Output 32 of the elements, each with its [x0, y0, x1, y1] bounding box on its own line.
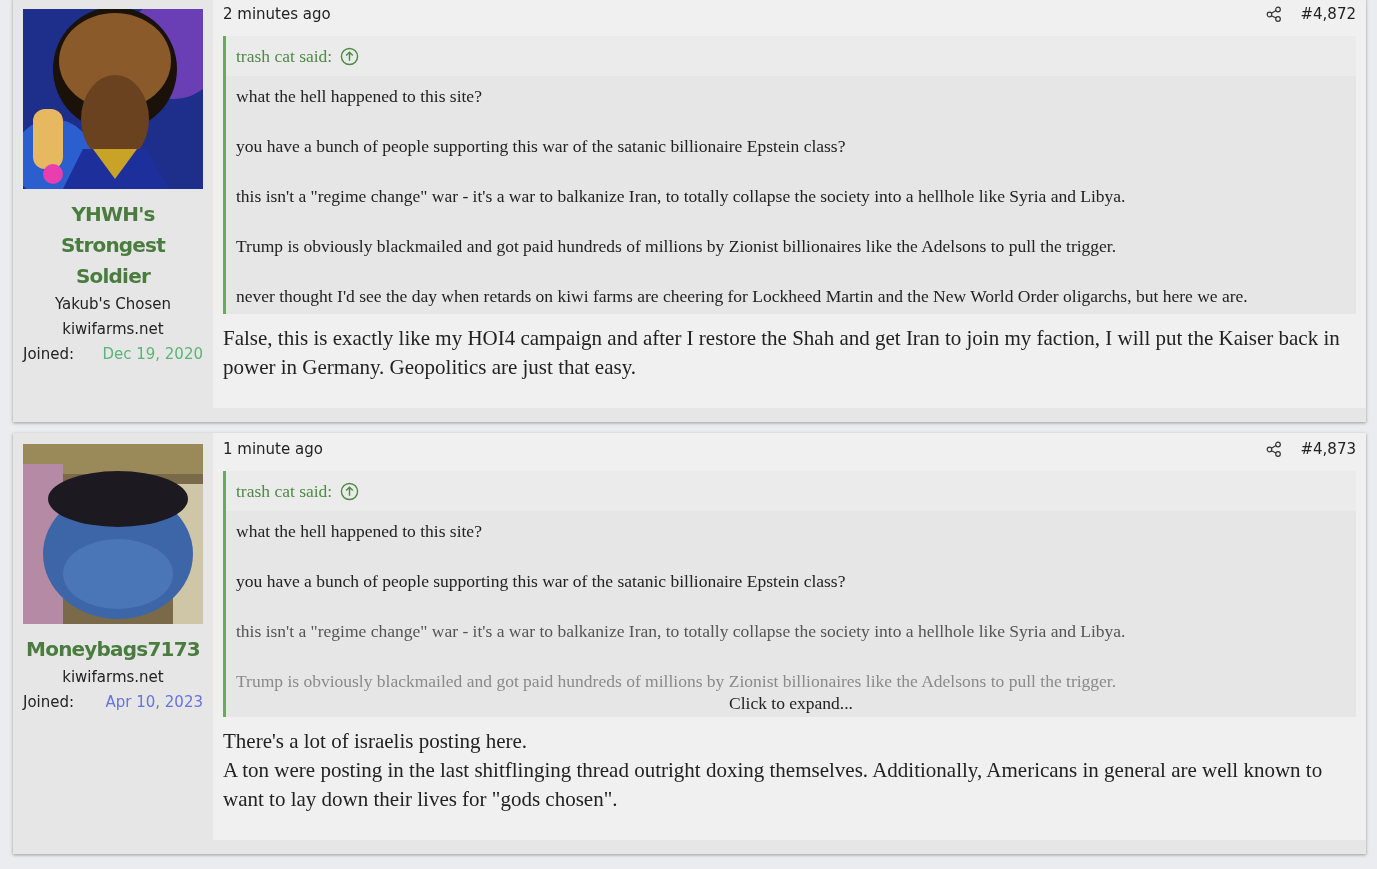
post-text: False, this is exactly like my HOI4 campaign and after I restore the Shah and get Iran to join my faction, I will put the Kaiser back in power in Germany. Geopolitics are just that easy.	[223, 325, 1341, 381]
post-number[interactable]: #4,872	[1300, 5, 1356, 23]
joined-date: Apr 10, 2023	[105, 692, 203, 713]
user-title: Yakub's Chosen	[55, 294, 171, 315]
post-text: A ton were posting in the last shitflinging thread outright doxing themselves. Additionally, Americans in general are well known to want to lay down their lives for "gods chosen".	[223, 757, 1324, 813]
jump-to-quote-icon[interactable]	[340, 46, 360, 66]
post-time[interactable]: 2 minutes ago	[223, 5, 1267, 23]
quote-author[interactable]: trash cat said:	[236, 45, 333, 67]
joined-date: Dec 19, 2020	[102, 344, 203, 365]
quote-paragraph: this isn't a "regime change" war - it's a war to balkanize Iran, to totally collapse the society into a hellhole like Syria and Libya.	[236, 620, 1127, 643]
post-time[interactable]: 1 minute ago	[223, 440, 1267, 458]
share-icon[interactable]	[1266, 6, 1283, 22]
quote-paragraph: this isn't a "regime change" war - it's a war to balkanize Iran, to totally collapse the society into a hellhole like Syria and Libya.	[236, 185, 1127, 208]
post-text: There's a lot of israelis posting here.	[223, 728, 529, 755]
joined-label: Joined:	[23, 344, 75, 365]
quote-paragraph: never thought I'd see the day when retards on kiwi farms are cheering for Lockheed Martin and the New World Order oligarchs, but here we are.	[236, 285, 1249, 308]
quote-paragraph: Trump is obviously blackmailed and got paid hundreds of millions by Zionist billionaires like the Adelsons to pull the trigger.	[236, 670, 1118, 693]
quote-paragraph: what the hell happened to this site?	[236, 85, 483, 108]
post-number[interactable]: #4,873	[1300, 440, 1356, 458]
user-site: kiwifarms.net	[62, 319, 164, 340]
user-site: kiwifarms.net	[62, 667, 164, 688]
quote-paragraph: you have a bunch of people supporting this war of the satanic billionaire Epstein class?	[236, 135, 847, 158]
joined-label: Joined:	[23, 692, 75, 713]
quote-paragraph: you have a bunch of people supporting this war of the satanic billionaire Epstein class?	[236, 570, 847, 593]
quote-author[interactable]: trash cat said:	[236, 480, 333, 502]
jump-to-quote-icon[interactable]	[340, 481, 360, 501]
share-icon[interactable]	[1266, 441, 1283, 457]
username[interactable]: Moneybags7173	[26, 634, 200, 665]
expand-link[interactable]: Click to expand...	[729, 693, 853, 713]
quote-paragraph: what the hell happened to this site?	[236, 520, 483, 543]
username[interactable]: YHWH's Strongest Soldier	[23, 199, 203, 292]
quote-paragraph: Trump is obviously blackmailed and got paid hundreds of millions by Zionist billionaires like the Adelsons to pull the trigger.	[236, 235, 1118, 258]
